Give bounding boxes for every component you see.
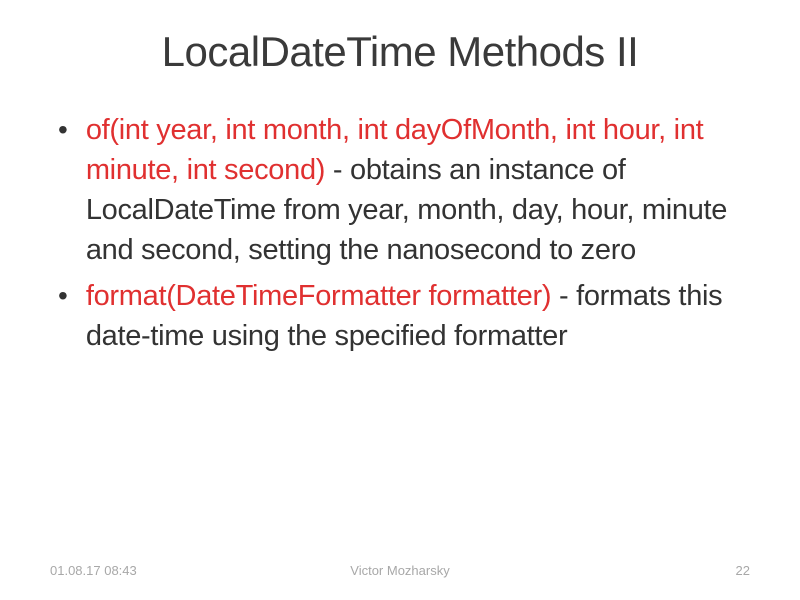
bullet-marker-icon: • xyxy=(58,110,68,150)
bullet-marker-icon: • xyxy=(58,276,68,316)
slide: LocalDateTime Methods II • of(int year, … xyxy=(0,0,800,600)
slide-content: • of(int year, int month, int dayOfMonth… xyxy=(50,110,750,356)
slide-title: LocalDateTime Methods II xyxy=(50,28,750,76)
footer-date: 01.08.17 08:43 xyxy=(50,563,137,578)
slide-footer: 01.08.17 08:43 Victor Mozharsky 22 xyxy=(0,563,800,578)
bullet-item: • format(DateTimeFormatter formatter) - … xyxy=(58,276,750,356)
bullet-item: • of(int year, int month, int dayOfMonth… xyxy=(58,110,750,270)
method-signature: format(DateTimeFormatter formatter) xyxy=(86,280,551,312)
footer-page: 22 xyxy=(736,563,750,578)
footer-author: Victor Mozharsky xyxy=(350,563,449,578)
bullet-text: format(DateTimeFormatter formatter) - fo… xyxy=(86,276,750,356)
bullet-text: of(int year, int month, int dayOfMonth, … xyxy=(86,110,750,270)
